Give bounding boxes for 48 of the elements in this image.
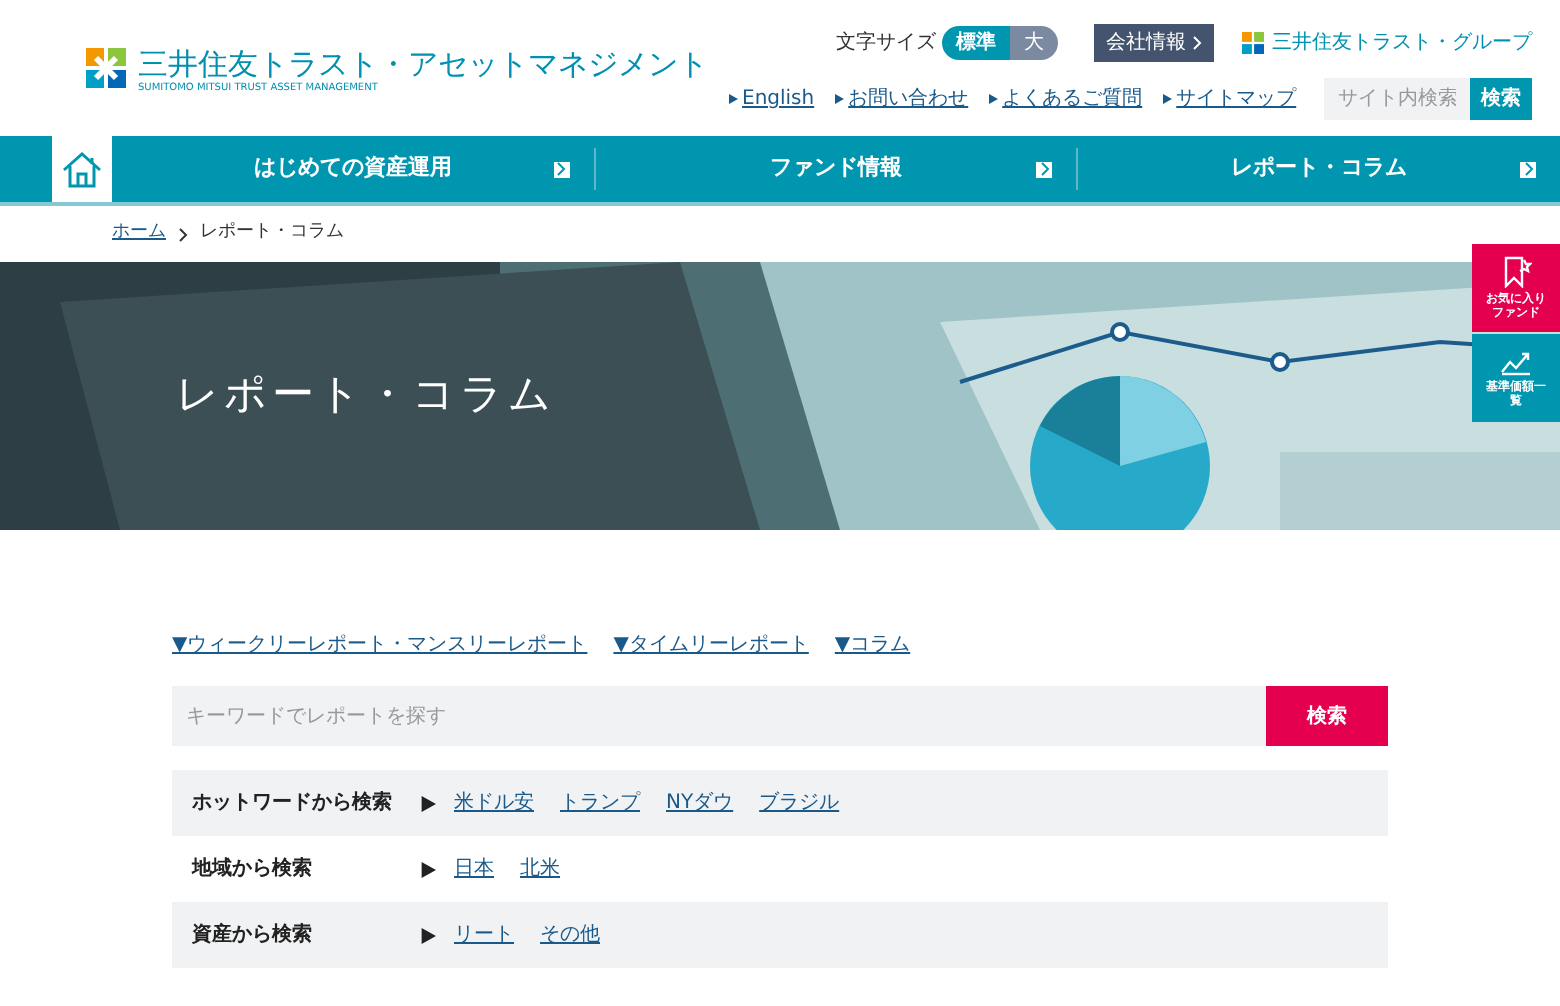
logo-icon [86, 48, 126, 88]
arrow-icon [988, 94, 999, 104]
line-chart-icon [1500, 348, 1532, 376]
header-link[interactable]: サイトマップ [1176, 84, 1297, 114]
filter-label: 地域から検索 [192, 855, 314, 884]
tag-link[interactable]: 米ドル安 [454, 788, 534, 818]
home-button[interactable] [52, 136, 112, 202]
font-size-label: 文字サイズ [836, 29, 937, 58]
arrow-icon [1162, 94, 1173, 104]
font-size-option[interactable]: 標準 [942, 26, 1011, 60]
nav-item[interactable]: はじめての資産運用 [112, 136, 594, 202]
tag-link[interactable]: リート [454, 920, 514, 950]
anchor-link[interactable]: ▼コラム [834, 630, 911, 660]
hero-title: レポート・コラム [176, 368, 556, 423]
keyword-search-field[interactable]: キーワードでレポートを探す [172, 686, 1266, 746]
tag-link[interactable]: その他 [540, 920, 600, 950]
filter-label: ホットワードから検索 [192, 789, 394, 818]
breadcrumb-current: レポート・コラム [200, 220, 344, 247]
nav-item[interactable]: レポート・コラム [1076, 148, 1560, 190]
header-link[interactable]: よくあるご質問 [1002, 84, 1143, 114]
header-link[interactable]: お問い合わせ [848, 84, 969, 114]
play-icon [420, 861, 436, 877]
tag-link[interactable]: トランプ [560, 788, 640, 818]
tag-link[interactable]: 日本 [454, 854, 494, 884]
home-icon [62, 151, 102, 187]
play-icon [420, 795, 436, 811]
header-link[interactable]: English [742, 84, 815, 114]
chevron-icon [178, 227, 188, 241]
tag-link[interactable]: NYダウ [666, 788, 734, 818]
arrow-icon [834, 94, 845, 104]
anchor-link[interactable]: ▼ウィークリーレポート・マンスリーレポート [172, 630, 588, 660]
arrow-icon [728, 94, 738, 104]
tag-link[interactable]: ブラジル [759, 788, 840, 818]
keyword-search-button[interactable]: 検索 [1266, 686, 1388, 746]
filter-label: 資産から検索 [192, 920, 314, 950]
font-size-option[interactable]: 大 [1010, 26, 1059, 60]
logo-text: 三井住友トラスト・アセットマネジメント [138, 46, 708, 82]
nav-item[interactable]: ファンド情報 [593, 148, 1077, 190]
company-info-link[interactable]: 会社情報 [1094, 24, 1215, 62]
bookmark-star-icon [1500, 256, 1532, 288]
play-icon [420, 927, 436, 943]
group-logo-icon [1242, 32, 1265, 54]
chevron-icon [1192, 36, 1203, 50]
group-logo-text: 三井住友トラスト・グループ [1272, 29, 1533, 58]
site-search-button[interactable]: 検索 [1470, 78, 1533, 120]
tag-link[interactable]: 北米 [520, 854, 560, 884]
anchor-link[interactable]: ▼タイムリーレポート [613, 630, 809, 660]
breadcrumb-link[interactable]: ホーム [112, 220, 166, 248]
